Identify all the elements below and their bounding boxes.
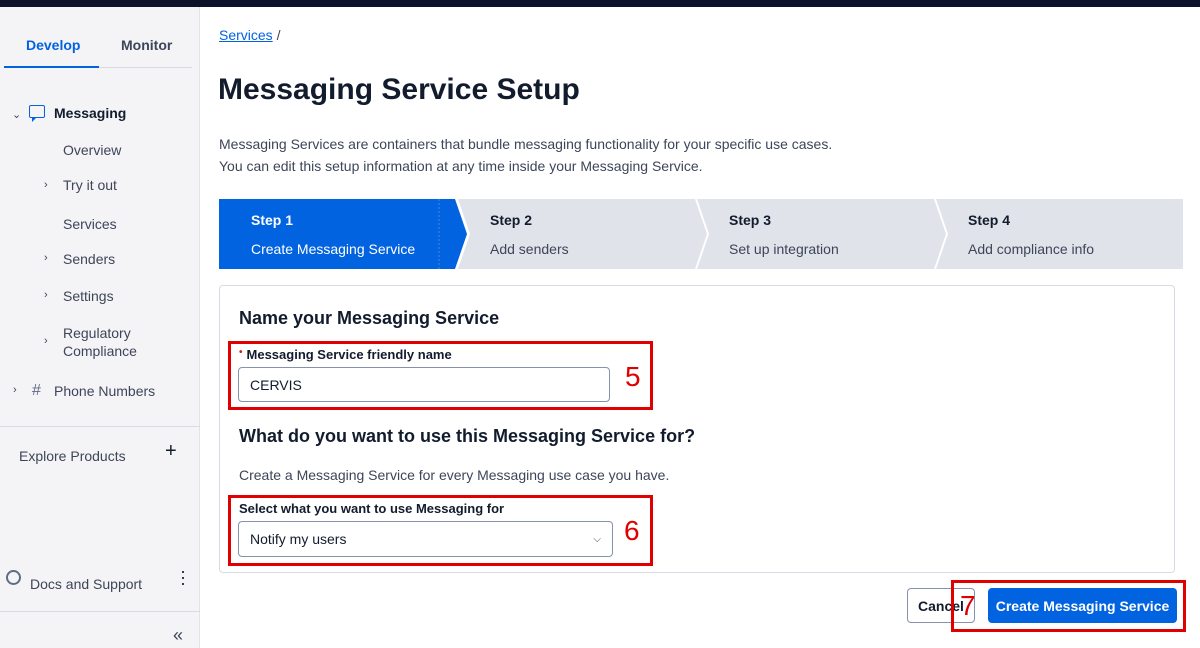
sidebar-item-phone-numbers[interactable]: Phone Numbers — [54, 383, 155, 399]
breadcrumb: Services / — [219, 27, 280, 43]
sidebar-item-regulatory-line1[interactable]: Regulatory — [63, 325, 131, 341]
chevron-right-icon[interactable]: › — [13, 384, 17, 396]
tab-monitor[interactable]: Monitor — [121, 37, 172, 53]
name-section-heading: Name your Messaging Service — [239, 308, 500, 328]
step-4-label: Add compliance info — [968, 241, 1095, 257]
stepper: Step 1 Create Messaging Service Step 2 A… — [219, 199, 1183, 269]
sidebar-item-try-it-out[interactable]: Try it out — [63, 177, 117, 193]
step-3[interactable]: Step 3 Set up integration — [697, 199, 946, 269]
breadcrumb-services-link[interactable]: Services — [219, 27, 273, 43]
sidebar-item-regulatory-line2[interactable]: Compliance — [63, 343, 137, 359]
step-4-shape — [936, 199, 1183, 269]
step-2-number: Step 2 — [490, 212, 533, 228]
use-section-heading: What do you want to use this Messaging S… — [239, 426, 696, 446]
step-3-number: Step 3 — [729, 212, 772, 228]
chevron-right-icon[interactable]: › — [44, 289, 48, 301]
page-description-line2: You can edit this setup information at a… — [219, 158, 703, 174]
chevron-right-icon[interactable]: › — [44, 252, 48, 264]
sidebar-item-settings[interactable]: Settings — [63, 288, 114, 304]
breadcrumb-separator: / — [276, 27, 281, 43]
sidebar-item-docs-support[interactable]: Docs and Support — [30, 576, 142, 592]
sidebar-item-overview[interactable]: Overview — [63, 142, 121, 158]
step-4[interactable]: Step 4 Add compliance info — [936, 199, 1183, 269]
lifebuoy-icon — [6, 570, 21, 585]
annotation-number-6: 6 — [624, 515, 640, 546]
step-3-label: Set up integration — [729, 241, 839, 257]
annotation-box-6 — [228, 495, 653, 566]
step-2-label: Add senders — [490, 241, 569, 257]
chevron-down-icon[interactable]: ⌄ — [12, 108, 21, 121]
more-vertical-icon[interactable]: · · · — [178, 562, 188, 592]
step-2[interactable]: Step 2 Add senders — [458, 199, 707, 269]
top-bar — [0, 0, 1200, 7]
page-title: Messaging Service Setup — [218, 73, 580, 106]
step-1-shape — [219, 199, 467, 269]
sidebar-divider — [0, 611, 200, 612]
step-1[interactable]: Step 1 Create Messaging Service — [219, 199, 467, 269]
annotation-number-5: 5 — [625, 361, 641, 392]
step-1-label: Create Messaging Service — [251, 241, 416, 257]
sidebar-item-services[interactable]: Services — [63, 216, 117, 232]
collapse-sidebar-icon[interactable]: « — [173, 625, 183, 646]
step-4-number: Step 4 — [968, 212, 1011, 228]
sidebar-item-explore-products[interactable]: Explore Products — [19, 448, 126, 464]
chevron-right-icon[interactable]: › — [44, 179, 48, 191]
step-1-number: Step 1 — [251, 212, 294, 228]
sidebar-divider — [0, 426, 200, 427]
step-2-shape — [458, 199, 707, 269]
sidebar-item-messaging[interactable]: Messaging — [54, 105, 126, 121]
step-3-shape — [697, 199, 946, 269]
active-tab-indicator — [4, 66, 99, 68]
annotation-box-5 — [228, 341, 653, 410]
chat-icon — [29, 105, 45, 122]
annotation-number-7: 7 — [960, 590, 976, 621]
use-section-description: Create a Messaging Service for every Mes… — [239, 467, 670, 483]
sidebar-tabs: Develop Monitor — [4, 7, 192, 68]
chevron-right-icon[interactable]: › — [44, 335, 48, 347]
annotation-box-7 — [951, 580, 1186, 632]
plus-icon[interactable]: + — [165, 440, 177, 463]
tab-develop[interactable]: Develop — [26, 37, 80, 53]
sidebar-item-senders[interactable]: Senders — [63, 251, 115, 267]
hash-icon: # — [32, 382, 41, 399]
page-description-line1: Messaging Services are containers that b… — [219, 136, 833, 152]
